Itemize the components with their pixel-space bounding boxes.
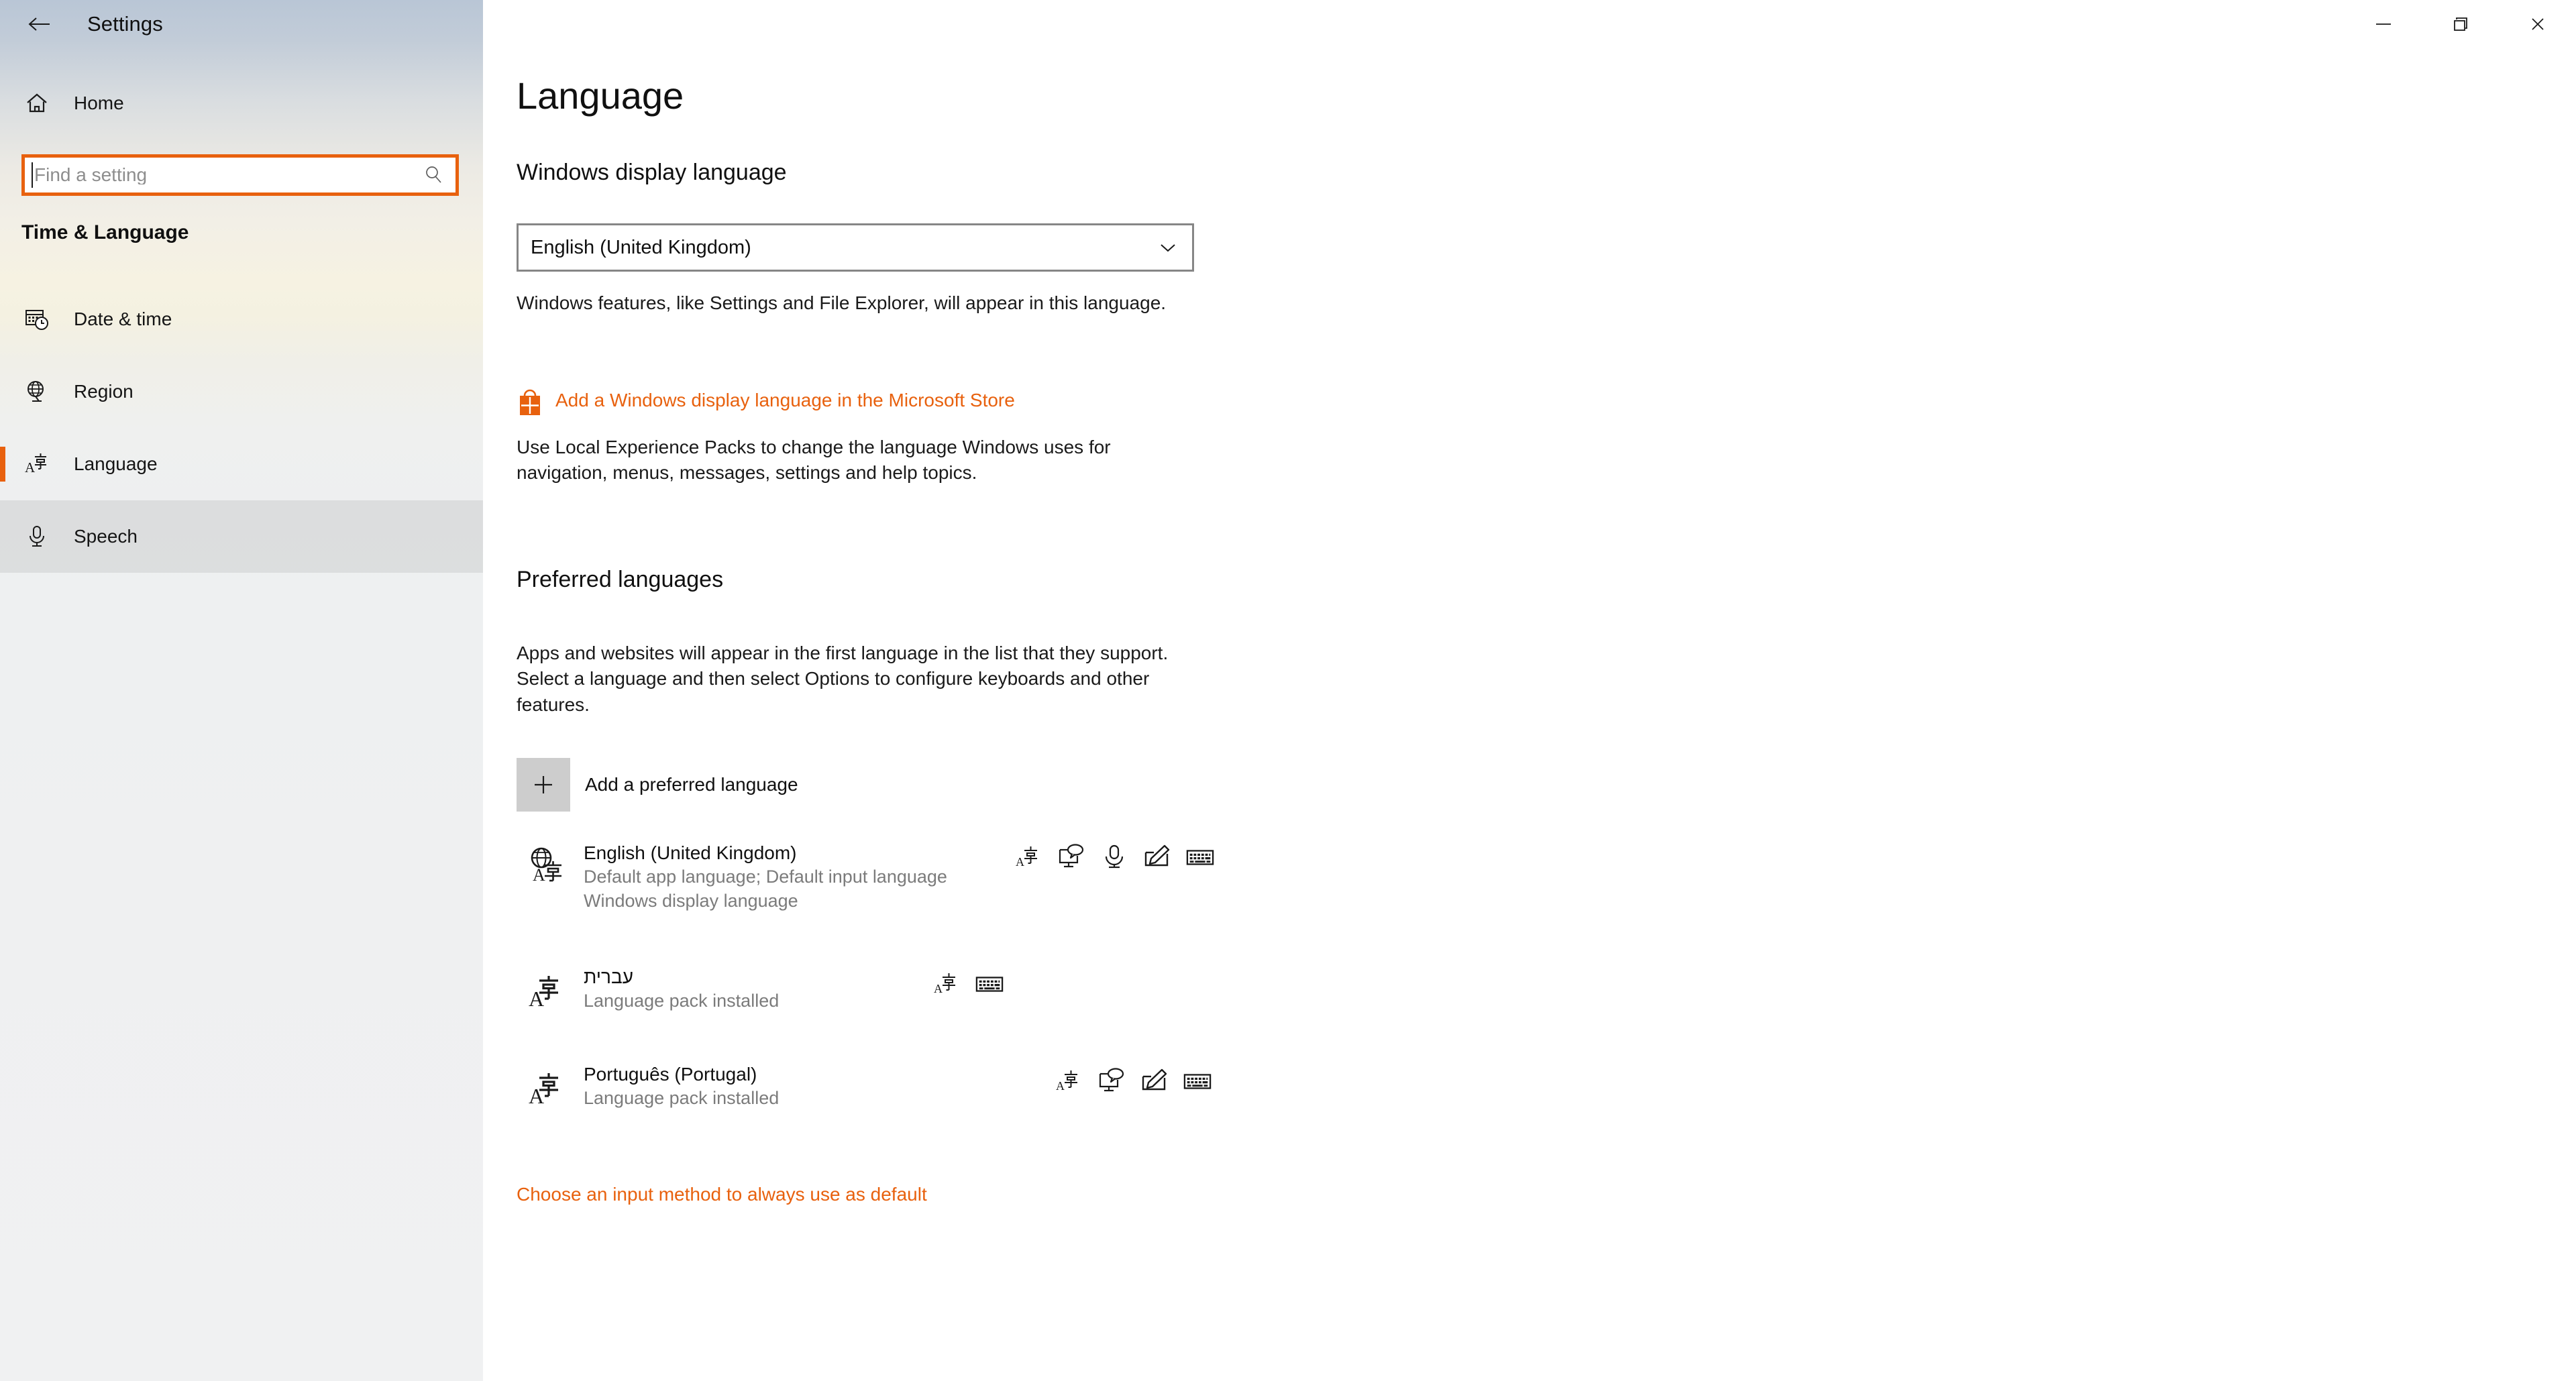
svg-text:A: A — [529, 987, 544, 1010]
globe-language-icon: A — [517, 840, 574, 886]
svg-text:A: A — [25, 459, 36, 476]
sidebar-item-label: Home — [74, 93, 124, 113]
main-content: Language Windows display language Englis… — [483, 0, 2576, 1381]
plus-icon — [517, 758, 570, 812]
display-icon — [1097, 1067, 1126, 1095]
language-a-icon: A — [932, 970, 961, 998]
svg-text:A: A — [934, 982, 943, 995]
svg-text:A: A — [1016, 855, 1024, 869]
language-feature-icons: A — [1055, 1067, 1212, 1095]
restore-icon[interactable] — [2422, 0, 2499, 48]
window-title: Settings — [87, 12, 163, 36]
svg-text:A: A — [529, 1084, 544, 1107]
language-a-icon: A — [1055, 1067, 1083, 1095]
keyboard-icon — [1186, 843, 1214, 871]
page-title: Language — [517, 74, 684, 117]
sidebar-item-label: Date & time — [74, 309, 172, 329]
language-a-icon: A — [1014, 843, 1042, 871]
display-icon — [1057, 843, 1085, 871]
language-feature-icons: A — [1014, 843, 1214, 871]
add-display-language-store-link[interactable]: Add a Windows display language in the Mi… — [517, 388, 1228, 421]
language-list-item[interactable]: A עברית Language pack installed A — [517, 964, 1214, 1013]
sidebar-item-speech[interactable]: Speech — [0, 500, 483, 573]
keyboard-icon — [1183, 1067, 1212, 1095]
language-list-item[interactable]: A Português (Portugal) Language pack ins… — [517, 1062, 1214, 1111]
language-a-icon: A — [0, 440, 74, 488]
handwriting-icon — [1143, 843, 1171, 871]
globe-stand-icon — [0, 368, 74, 416]
language-list-item[interactable]: A English (United Kingdom) Default app l… — [517, 840, 1214, 914]
title-bar: Settings — [0, 0, 2576, 48]
keyboard-icon — [975, 970, 1004, 998]
microsoft-store-bag-icon — [517, 388, 547, 421]
sidebar: Home Find a setting Time & Language Date… — [0, 0, 483, 1381]
search-icon[interactable] — [413, 164, 455, 186]
preferred-languages-description: Apps and websites will appear in the fir… — [517, 643, 1169, 715]
sidebar-item-language[interactable]: A Language — [0, 428, 483, 500]
handwriting-icon — [1140, 1067, 1169, 1095]
microphone-icon — [0, 512, 74, 561]
minimize-icon[interactable] — [2345, 0, 2422, 48]
add-preferred-language-label: Add a preferred language — [585, 774, 798, 795]
sidebar-item-date-time[interactable]: Date & time — [0, 283, 483, 355]
choose-default-input-method-link[interactable]: Choose an input method to always use as … — [517, 1182, 927, 1207]
sidebar-item-home[interactable]: Home — [0, 79, 483, 127]
display-language-description: Windows features, like Settings and File… — [517, 292, 1167, 313]
search-placeholder: Find a setting — [34, 166, 148, 184]
language-status-primary: Language pack installed — [584, 991, 780, 1011]
sidebar-section-title: Time & Language — [21, 221, 189, 243]
language-name: עברית — [584, 966, 634, 987]
calendar-clock-icon — [0, 295, 74, 343]
home-icon — [0, 79, 74, 127]
local-experience-packs-note: Use Local Experience Packs to change the… — [517, 437, 1111, 484]
sidebar-item-region[interactable]: Region — [0, 355, 483, 428]
svg-text:A: A — [533, 865, 545, 885]
sidebar-item-label: Speech — [74, 526, 138, 547]
sidebar-item-label: Language — [74, 453, 158, 474]
microphone-icon — [1100, 843, 1128, 871]
display-language-dropdown[interactable]: English (United Kingdom) — [517, 223, 1194, 272]
language-a-icon: A — [517, 964, 574, 1010]
add-preferred-language-button[interactable]: Add a preferred language — [517, 758, 798, 812]
language-a-icon: A — [517, 1062, 574, 1107]
settings-window: Home Find a setting Time & Language Date… — [0, 0, 2576, 1381]
display-language-heading: Windows display language — [517, 160, 787, 185]
language-status-secondary: Windows display language — [584, 891, 798, 912]
back-arrow-icon[interactable] — [0, 0, 80, 48]
close-icon[interactable] — [2499, 0, 2576, 48]
svg-text:A: A — [1056, 1079, 1065, 1093]
text-caret — [32, 162, 33, 188]
store-link-label: Add a Windows display language in the Mi… — [555, 390, 1015, 410]
sidebar-item-label: Region — [74, 381, 133, 402]
preferred-languages-heading: Preferred languages — [517, 567, 724, 592]
chevron-down-icon — [1155, 241, 1181, 254]
display-language-value: English (United Kingdom) — [531, 236, 751, 258]
search-input[interactable]: Find a setting — [21, 154, 459, 196]
language-feature-icons: A — [932, 970, 1004, 998]
